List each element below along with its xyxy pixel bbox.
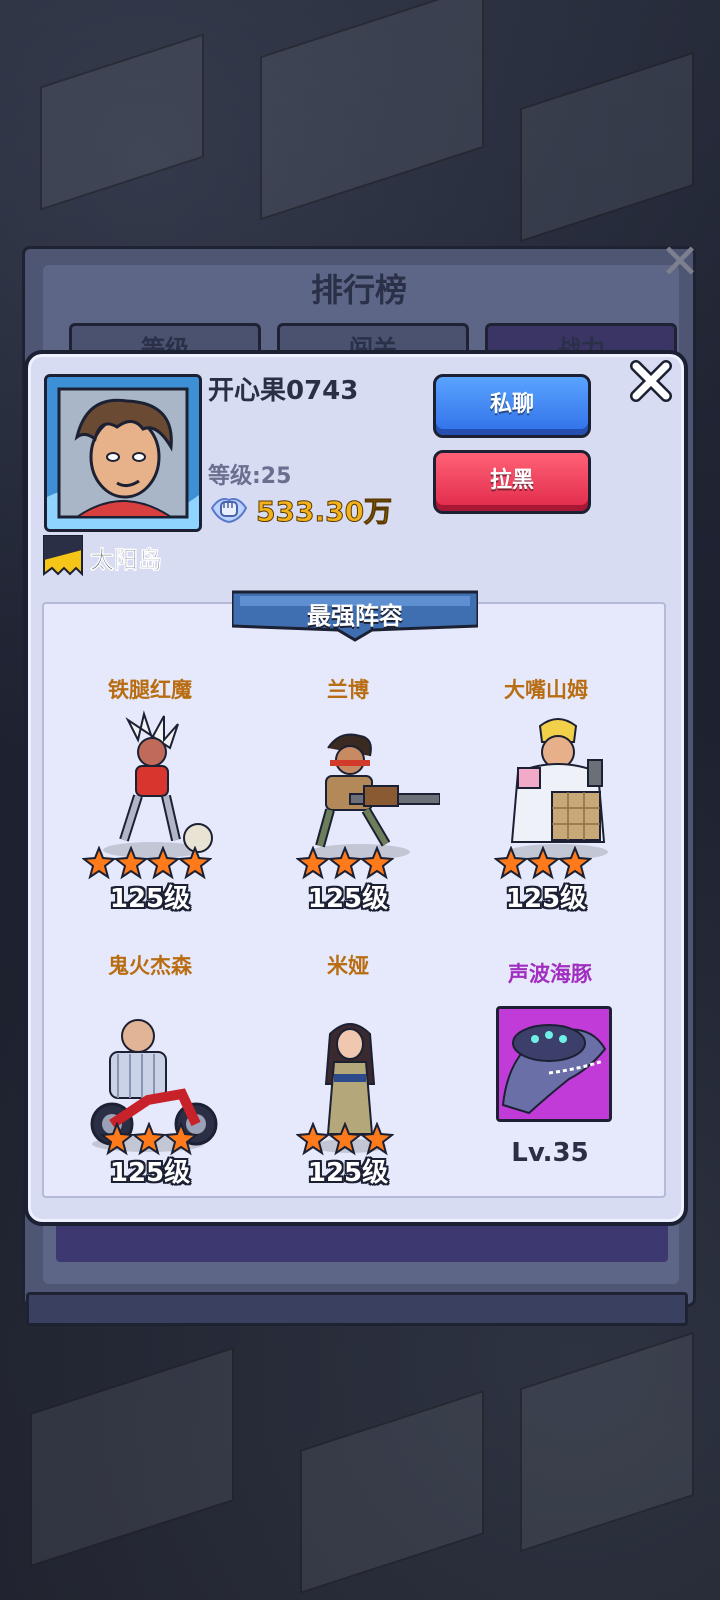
star-icon (328, 1122, 362, 1156)
background-building (300, 1390, 484, 1594)
hero-name: 米娅 (327, 954, 369, 978)
hero-figure[interactable] (488, 712, 638, 862)
star-icon (494, 846, 528, 880)
hero-level: 125级 (109, 1158, 191, 1188)
background-building (40, 33, 204, 211)
private-chat-button[interactable]: 私聊 (433, 374, 591, 438)
star-icon (360, 846, 394, 880)
star-icon (100, 1122, 134, 1156)
hero-stars (296, 846, 394, 880)
leaderboard-title: 排行榜 (310, 271, 407, 309)
star-icon (296, 846, 330, 880)
block-button[interactable]: 拉黑 (433, 450, 591, 514)
panel-stack-edge (26, 1292, 688, 1326)
star-icon (146, 846, 180, 880)
hero-stars (494, 846, 592, 880)
star-icon (114, 846, 148, 880)
background-building (30, 1346, 234, 1568)
hero-figure[interactable] (78, 710, 228, 860)
leaderboard-close-icon[interactable]: ✕ (658, 238, 702, 286)
hero-level: 125级 (505, 884, 587, 914)
star-icon (526, 846, 560, 880)
star-icon (178, 846, 212, 880)
star-icon (328, 846, 362, 880)
hero-name: 铁腿红魔 (108, 678, 192, 702)
close-button[interactable] (626, 356, 676, 406)
pet-name: 声波海豚 (508, 962, 592, 986)
guild-flag-icon (43, 535, 83, 577)
fist-power-icon (210, 498, 248, 524)
player-power: 533.30万 (255, 495, 393, 529)
pet-portrait[interactable] (496, 1006, 612, 1122)
hero-level: 125级 (307, 884, 389, 914)
star-icon (558, 846, 592, 880)
hero-name: 兰博 (327, 678, 369, 702)
hero-name: 鬼火杰森 (108, 954, 192, 978)
leaderboard-row (56, 1220, 668, 1262)
avatar-portrait (47, 377, 199, 529)
hero-level: 125级 (109, 884, 191, 914)
pet-level: Lv.35 (511, 1138, 589, 1168)
star-icon (82, 846, 116, 880)
star-icon (296, 1122, 330, 1156)
background-building (520, 1331, 694, 1553)
hero-stars (82, 846, 212, 880)
close-icon (630, 360, 672, 402)
hero-level: 125级 (307, 1158, 389, 1188)
star-icon (132, 1122, 166, 1156)
star-icon (164, 1122, 198, 1156)
lineup-title: 最强阵容 (307, 602, 403, 630)
hero-stars (296, 1122, 394, 1156)
dolphin-icon (499, 1009, 609, 1119)
star-icon (360, 1122, 394, 1156)
player-avatar[interactable] (44, 374, 202, 532)
background-building (520, 51, 694, 243)
guild-name: 太阳岛 (90, 546, 163, 575)
hero-stars (100, 1122, 198, 1156)
hero-name: 大嘴山姆 (504, 678, 588, 702)
player-name: 开心果0743 (208, 376, 359, 406)
background-building (260, 0, 484, 221)
player-level: 等级:25 (208, 464, 292, 489)
